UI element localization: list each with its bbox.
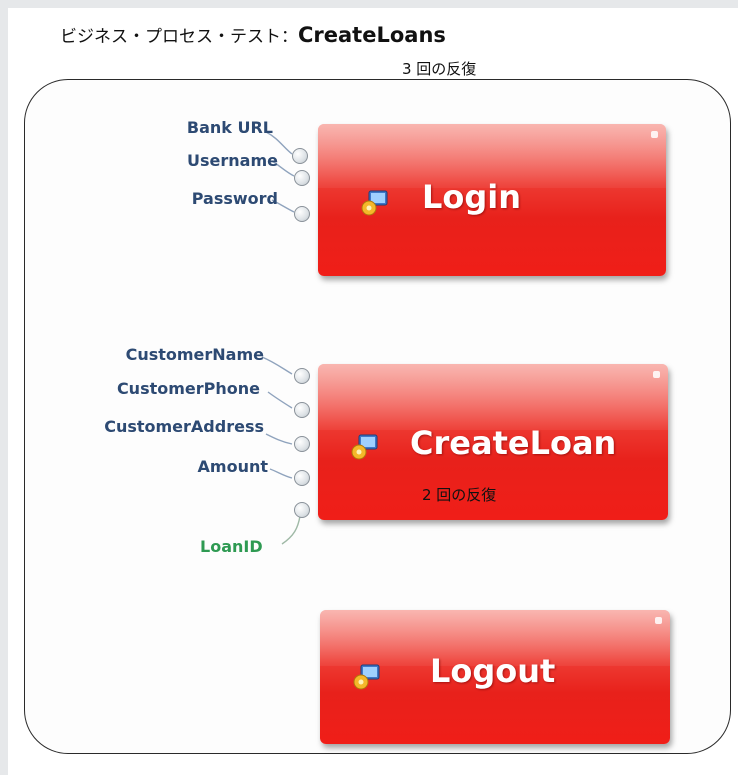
component-gear-icon [348,430,380,462]
createloan-block[interactable]: CreateLoan 2 回の反復 [318,364,668,520]
port-circle-icon [294,502,310,518]
param-amount[interactable]: Amount [198,457,268,476]
port-circle-icon [294,470,310,486]
port-circle-icon [294,368,310,384]
block-spark [653,371,660,378]
connector-customername [261,356,293,375]
createloan-iterations: 2 回の反復 [422,486,497,504]
port-circle-icon [294,402,310,418]
connector-loanid [281,515,301,545]
port-circle-icon [294,206,310,222]
createloan-label: CreateLoan [410,424,617,462]
param-bank-url[interactable]: Bank URL [187,118,273,137]
param-customerphone[interactable]: CustomerPhone [117,379,260,398]
param-customeraddress[interactable]: CustomerAddress [104,417,264,436]
block-gloss [318,364,668,430]
param-password[interactable]: Password [192,189,278,208]
component-gear-icon [350,660,382,692]
port-circle-icon [292,148,308,164]
port-circle-icon [294,436,310,452]
login-label: Login [422,178,522,216]
port-circle-icon [294,170,310,186]
param-loanid[interactable]: LoanID [200,537,263,556]
logout-label: Logout [430,652,556,690]
block-spark [655,617,662,624]
bpt-canvas: ビジネス・プロセス・テスト：CreateLoans 3 回の反復 Bank UR… [8,8,738,775]
param-username[interactable]: Username [187,151,278,170]
connector-customerphone [267,391,293,409]
logout-block[interactable]: Logout [320,610,670,744]
connector-customeraddress [265,433,293,445]
component-gear-icon [358,186,390,218]
login-block[interactable]: Login [318,124,666,276]
param-customername[interactable]: CustomerName [126,345,264,364]
connector-amount [269,468,293,479]
block-spark [651,131,658,138]
